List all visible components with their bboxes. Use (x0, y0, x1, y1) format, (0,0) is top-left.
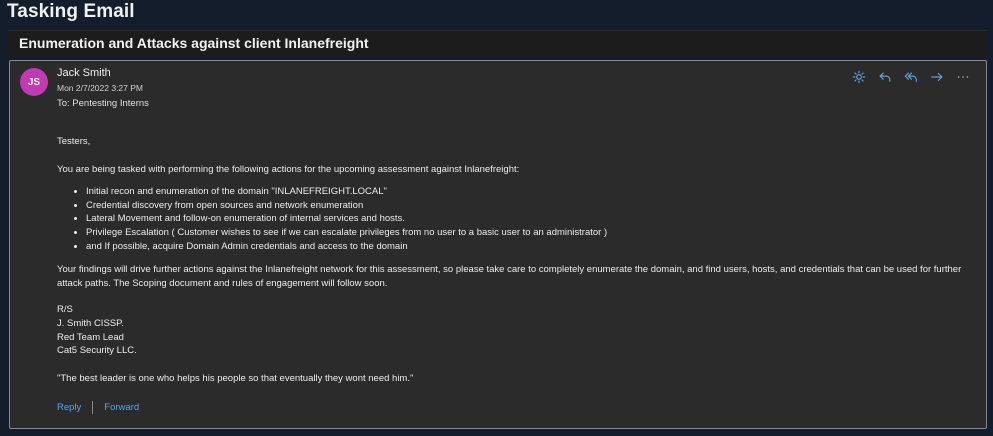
signature-line: J. Smith CISSP. (57, 317, 124, 329)
greeting: Testers, (57, 136, 91, 147)
intro-text: You are being tasked with performing the… (57, 163, 520, 175)
task-item: Credential discovery from open sources a… (86, 199, 967, 213)
sent-date: Mon 2/7/2022 3:27 PM (57, 83, 144, 93)
task-list: Initial recon and enumeration of the dom… (57, 185, 967, 253)
task-item: Privilege Escalation ( Customer wishes t… (86, 226, 967, 240)
quote-text: "The best leader is one who helps his pe… (57, 372, 414, 384)
reply-all-icon[interactable] (902, 68, 920, 86)
findings-text: Your findings will drive further actions… (57, 264, 962, 289)
divider (92, 401, 94, 414)
avatar[interactable]: JS (20, 68, 48, 96)
task-item: and If possible, acquire Domain Admin cr… (86, 240, 967, 254)
page-title: Tasking Email (7, 1, 135, 22)
more-icon[interactable] (954, 68, 972, 86)
reply-icon[interactable] (876, 68, 894, 86)
signature-line: Cat5 Security LLC. (57, 345, 137, 357)
sender-name[interactable]: Jack Smith (57, 67, 111, 79)
recipient-line: To: Pentesting Interns (57, 98, 149, 109)
reply-button[interactable]: Reply (57, 402, 81, 413)
signature-line: R/S (57, 304, 73, 316)
email-body: Testers, You are being tasked with perfo… (57, 135, 967, 385)
signature-line: Red Team Lead (57, 331, 124, 343)
email-card: JS Jack Smith Mon 2/7/2022 3:27 PM To: P… (9, 60, 987, 429)
reply-forward-row: Reply Forward (57, 401, 139, 414)
task-item: Initial recon and enumeration of the dom… (86, 185, 967, 199)
signature-block: R/S J. Smith CISSP. Red Team Lead Cat5 S… (57, 303, 967, 357)
forward-button[interactable]: Forward (104, 402, 139, 413)
task-item: Lateral Movement and follow-on enumerati… (86, 212, 967, 226)
sun-icon[interactable] (850, 68, 868, 86)
subject-bar: Enumeration and Attacks against client I… (8, 30, 987, 57)
forward-icon[interactable] (928, 68, 946, 86)
email-subject: Enumeration and Attacks against client I… (19, 35, 369, 51)
message-actions (850, 68, 972, 86)
